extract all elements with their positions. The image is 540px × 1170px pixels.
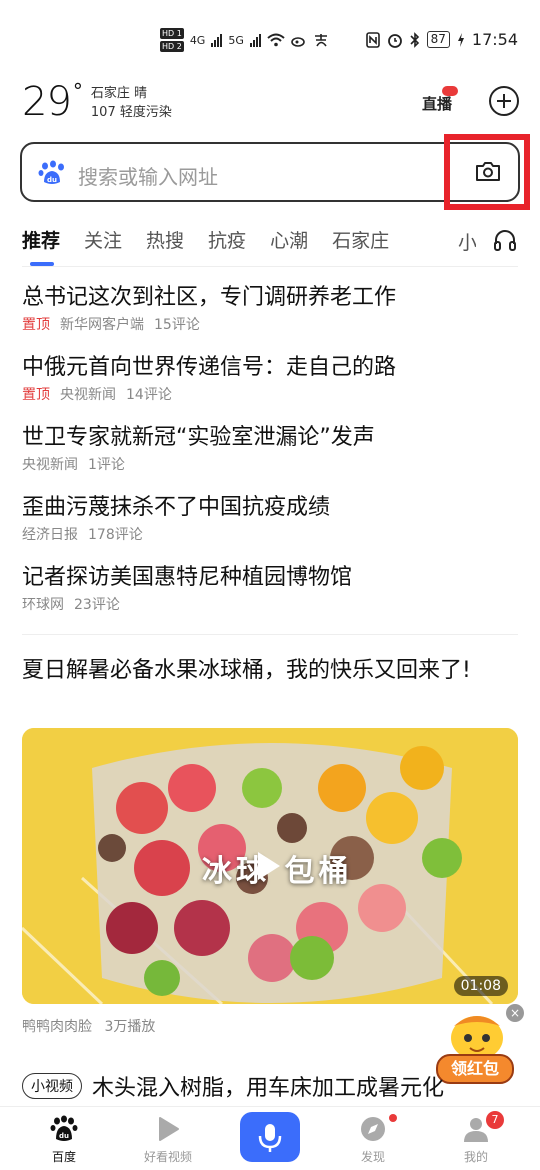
live-button[interactable]: 直播 bbox=[420, 86, 458, 116]
wifi-icon bbox=[267, 33, 285, 47]
section-divider bbox=[22, 634, 518, 635]
news-comments: 15评论 bbox=[154, 317, 200, 333]
alipay-icon bbox=[314, 34, 327, 47]
compass-icon bbox=[361, 1117, 385, 1141]
video-duration: 01:08 bbox=[453, 976, 508, 996]
news-title[interactable]: 世卫专家就新冠“实验室泄漏论”发声 bbox=[22, 422, 518, 454]
air-quality: 107 轻度污染 bbox=[90, 105, 172, 120]
news-source: 新华网客户端 bbox=[60, 317, 144, 333]
play-video-icon bbox=[159, 1117, 179, 1141]
pinned-badge: 置顶 bbox=[22, 317, 50, 333]
hd1-badge: HD 1 bbox=[160, 28, 184, 39]
status-bar: HD 1 HD 2 4G 5G 87 17:54 bbox=[0, 0, 540, 80]
status-right: 87 17:54 bbox=[365, 30, 518, 49]
signal-1-icon bbox=[211, 33, 223, 47]
nfc-icon bbox=[365, 31, 380, 48]
tab-divider bbox=[22, 266, 518, 267]
voice-search-button[interactable] bbox=[240, 1112, 300, 1162]
news-source: 央视新闻 bbox=[22, 457, 78, 473]
nav-video[interactable]: 好看视频 bbox=[118, 1115, 218, 1165]
network-2-label: 5G bbox=[228, 33, 244, 47]
network-1-label: 4G bbox=[189, 33, 206, 47]
battery-indicator: 87 bbox=[426, 31, 450, 48]
video-meta: 鸭鸭肉肉脸 3万播放 bbox=[22, 1016, 155, 1036]
clock: 17:54 bbox=[471, 30, 518, 49]
news-item[interactable]: 世卫专家就新冠“实验室泄漏论”发声 央视新闻 1评论 bbox=[22, 422, 518, 476]
nav-mine[interactable]: 我的 bbox=[426, 1115, 526, 1165]
hd2-badge: HD 2 bbox=[160, 41, 184, 52]
bluetooth-icon bbox=[410, 31, 419, 48]
news-title[interactable]: 记者探访美国惠特尼种植园博物馆 bbox=[22, 562, 518, 594]
news-meta: 置顶 央视新闻 14评论 bbox=[22, 384, 518, 406]
video-title[interactable]: 夏日解暑必备水果冰球桶，我的快乐又回来了! bbox=[22, 654, 522, 688]
degree-symbol: ° bbox=[72, 79, 83, 103]
news-item[interactable]: 总书记这次到社区，专门调研养老工作 置顶 新华网客户端 15评论 bbox=[22, 282, 518, 336]
video-plays: 3万播放 bbox=[104, 1019, 156, 1035]
baidu-paw-icon: du bbox=[38, 160, 64, 184]
news-meta: 置顶 新华网客户端 15评论 bbox=[22, 314, 518, 336]
status-left: HD 1 HD 2 4G 5G bbox=[160, 28, 329, 52]
add-button[interactable] bbox=[489, 86, 519, 116]
weather-widget[interactable]: 29 ° 石家庄 晴 107 轻度污染 bbox=[22, 80, 172, 124]
svg-text:du: du bbox=[47, 176, 57, 184]
news-comments: 178评论 bbox=[88, 527, 143, 543]
news-title[interactable]: 歪曲污蔑抹杀不了中国抗疫成绩 bbox=[22, 492, 518, 524]
pinned-badge: 置顶 bbox=[22, 387, 50, 403]
weather-info: 石家庄 晴 107 轻度污染 bbox=[91, 84, 172, 122]
small-video-item[interactable]: 小视频 木头混入树脂，用车床加工成暑元化 bbox=[22, 1070, 518, 1102]
weibo-icon bbox=[291, 37, 305, 47]
temperature: 29 bbox=[22, 79, 72, 125]
nav-video-label: 好看视频 bbox=[143, 1150, 192, 1164]
nav-home[interactable]: du 百度 bbox=[14, 1115, 114, 1165]
tab-hot-search[interactable]: 热搜 bbox=[146, 226, 184, 253]
small-video-title[interactable]: 木头混入树脂，用车床加工成暑元化 bbox=[92, 1070, 444, 1102]
hd-indicators: HD 1 HD 2 bbox=[160, 28, 184, 52]
news-item[interactable]: 记者探访美国惠特尼种植园博物馆 环球网 23评论 bbox=[22, 562, 518, 616]
live-label: 直播 bbox=[422, 95, 453, 113]
news-title[interactable]: 总书记这次到社区，专门调研养老工作 bbox=[22, 282, 518, 314]
tab-recommend[interactable]: 推荐 bbox=[22, 226, 60, 253]
charging-icon bbox=[457, 32, 464, 47]
close-icon[interactable]: × bbox=[506, 1004, 524, 1022]
nav-mine-label: 我的 bbox=[463, 1150, 488, 1164]
news-source: 央视新闻 bbox=[60, 387, 116, 403]
news-meta: 经济日报 178评论 bbox=[22, 524, 518, 546]
news-item[interactable]: 中俄元首向世界传递信号：走自己的路 置顶 央视新闻 14评论 bbox=[22, 352, 518, 406]
search-input[interactable]: 搜索或输入网址 bbox=[78, 161, 218, 190]
headphone-icon[interactable] bbox=[493, 228, 517, 252]
news-item[interactable]: 歪曲污蔑抹杀不了中国抗疫成绩 经济日报 178评论 bbox=[22, 492, 518, 546]
nav-home-label: 百度 bbox=[51, 1150, 76, 1164]
tab-shijiazhuang[interactable]: 石家庄 bbox=[332, 226, 389, 253]
camera-icon[interactable] bbox=[475, 160, 501, 182]
news-comments: 1评论 bbox=[88, 457, 125, 473]
tab-follow[interactable]: 关注 bbox=[84, 226, 122, 253]
baidu-home-icon: du bbox=[50, 1115, 78, 1141]
discover-notification-dot bbox=[389, 1114, 397, 1122]
city-condition: 石家庄 晴 bbox=[90, 86, 148, 101]
video-thumbnail[interactable]: 冰球 包桶 01:08 bbox=[22, 728, 518, 1004]
video-author: 鸭鸭肉肉脸 bbox=[22, 1019, 92, 1035]
alarm-icon bbox=[387, 33, 402, 48]
nav-discover-label: 发现 bbox=[360, 1150, 385, 1164]
news-source: 环球网 bbox=[22, 597, 64, 613]
small-video-tag: 小视频 bbox=[22, 1073, 82, 1099]
news-meta: 环球网 23评论 bbox=[22, 594, 518, 616]
tab-partial[interactable]: 小 bbox=[458, 228, 476, 255]
nav-discover[interactable]: 发现 bbox=[323, 1115, 423, 1165]
svg-text:du: du bbox=[59, 1132, 69, 1140]
news-meta: 央视新闻 1评论 bbox=[22, 454, 518, 476]
tab-xinchao[interactable]: 心潮 bbox=[270, 226, 308, 253]
channel-tabs: 推荐 关注 热搜 抗疫 心潮 石家庄 bbox=[22, 226, 516, 266]
play-icon[interactable] bbox=[258, 852, 280, 880]
news-source: 经济日报 bbox=[22, 527, 78, 543]
microphone-icon bbox=[258, 1124, 282, 1152]
tab-anti-epidemic[interactable]: 抗疫 bbox=[208, 226, 246, 253]
news-title[interactable]: 中俄元首向世界传递信号：走自己的路 bbox=[22, 352, 518, 384]
signal-2-icon bbox=[249, 33, 261, 47]
news-comments: 23评论 bbox=[74, 597, 120, 613]
news-comments: 14评论 bbox=[126, 387, 172, 403]
mine-notification-badge: 7 bbox=[486, 1111, 504, 1129]
